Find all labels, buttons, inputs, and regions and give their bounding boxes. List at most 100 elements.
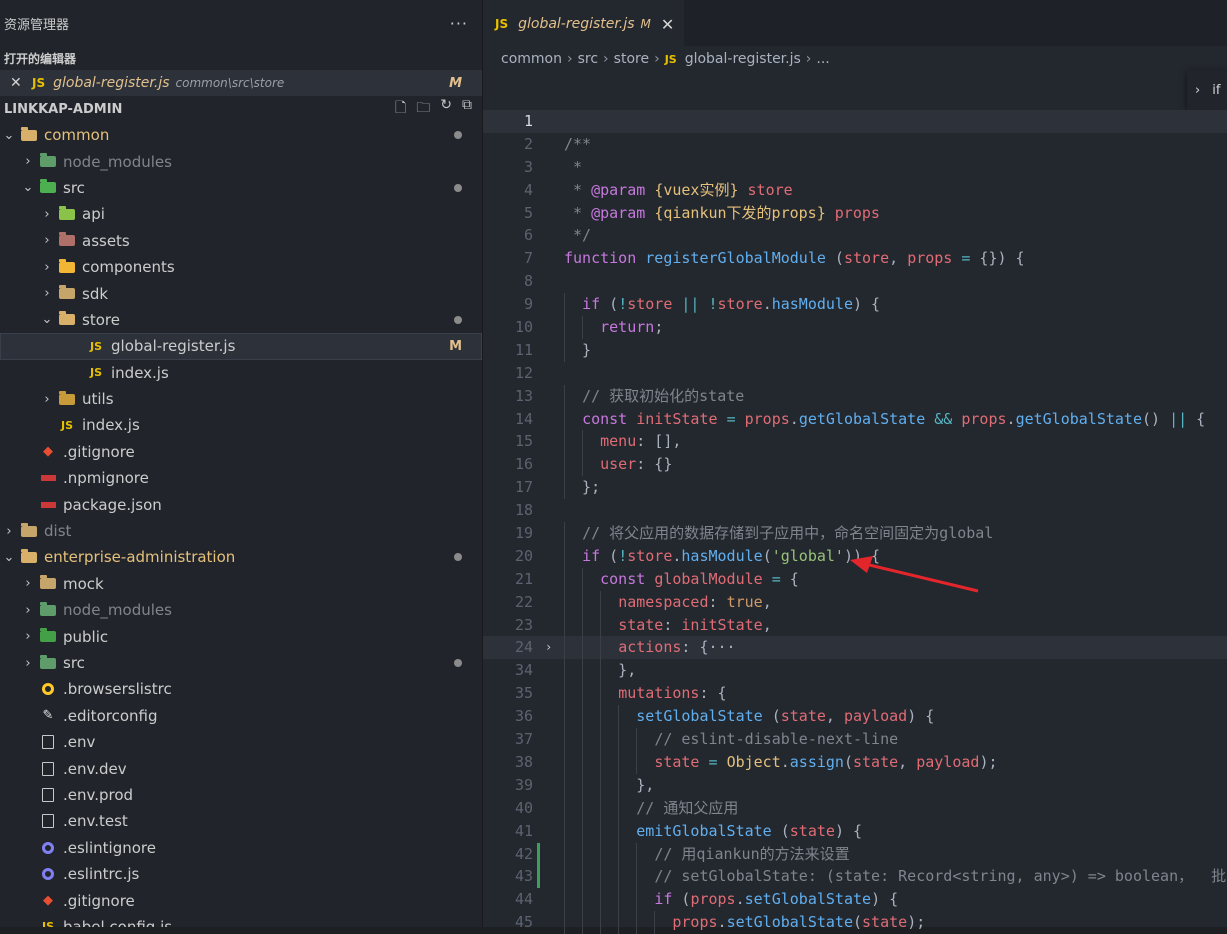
code-line[interactable]: 42 // 用qiankun的方法来设置 xyxy=(483,842,1227,866)
code-line[interactable]: 2 /** xyxy=(483,133,1227,156)
code-line[interactable]: 36 setGlobalState (state, payload) { xyxy=(483,705,1227,729)
tree-item-label: .gitignore xyxy=(63,442,135,461)
tree-item[interactable]: › utils xyxy=(0,386,482,412)
code-editor[interactable]: 1 2/** 3 * 4 * @param {vuex实例} store 5 * @pa… xyxy=(483,110,1227,934)
tree-item[interactable]: ⌄ common xyxy=(0,122,482,148)
code-line[interactable]: 3 * xyxy=(483,156,1227,179)
code-line[interactable]: 44 if (props.setGlobalState) { xyxy=(483,888,1227,912)
code-line[interactable]: 19 // 将父应用的数据存储到子应用中，命名空间固定为global xyxy=(483,522,1227,545)
tree-item[interactable]: .npmignore xyxy=(0,465,482,491)
breadcrumb-src[interactable]: src xyxy=(578,51,598,67)
tree-item-label: .eslintrc.js xyxy=(63,865,140,884)
tree-item[interactable]: › mock xyxy=(0,571,482,597)
refresh-icon[interactable]: ↻ xyxy=(440,97,452,121)
code-line[interactable]: 17 }; xyxy=(483,476,1227,500)
tree-item[interactable]: .env.prod xyxy=(0,782,482,808)
fold-chevron-icon[interactable]: › xyxy=(545,636,552,659)
code-line[interactable]: 24 › actions: {··· xyxy=(483,636,1227,660)
tree-item[interactable]: › components xyxy=(0,254,482,280)
code-line[interactable]: 45 props.setGlobalState(state); xyxy=(483,911,1227,934)
breadcrumb-common[interactable]: common xyxy=(501,51,562,67)
tree-item[interactable]: .env.dev xyxy=(0,755,482,781)
tree-item[interactable]: › sdk xyxy=(0,280,482,306)
close-icon[interactable]: ✕ xyxy=(10,75,28,91)
tree-item[interactable]: › assets xyxy=(0,228,482,254)
tree-item[interactable]: › node_modules xyxy=(0,597,482,623)
code-line[interactable]: 23 state: initState, xyxy=(483,613,1227,637)
code-line[interactable]: 9 if (!store || !store.hasModule) { xyxy=(483,293,1227,317)
code-line[interactable]: 37 // eslint-disable-next-line xyxy=(483,728,1227,751)
code-line[interactable]: 20 if (!store.hasModule('global')) { xyxy=(483,544,1227,568)
breadcrumb-store[interactable]: store xyxy=(614,51,649,67)
tree-item[interactable]: JS babel.config.js xyxy=(0,914,482,927)
line-number: 4 xyxy=(523,180,533,199)
chevron-down-icon: ⌄ xyxy=(22,180,34,196)
code-line[interactable]: 39 }, xyxy=(483,773,1227,797)
code-line[interactable]: 13 // 获取初始化的state xyxy=(483,384,1227,408)
tree-item[interactable]: ⌄ store xyxy=(0,307,482,333)
tree-item-label: utils xyxy=(82,390,114,409)
code-line[interactable]: 10 return; xyxy=(483,316,1227,339)
code-line[interactable]: 16 user: {} xyxy=(483,453,1227,477)
tree-item[interactable]: ⌄ src xyxy=(0,175,482,201)
breadcrumb-symbol[interactable]: ... xyxy=(816,51,829,67)
open-editors-header[interactable]: 打开的编辑器 xyxy=(0,46,482,70)
code-line[interactable]: 15 menu: [], xyxy=(483,430,1227,454)
tree-item[interactable]: JS global-register.js M xyxy=(0,333,482,360)
code-line[interactable]: 8 xyxy=(483,270,1227,293)
close-icon[interactable]: ✕ xyxy=(661,15,674,34)
line-number: 19 xyxy=(514,524,533,543)
code-line[interactable]: 35 mutations: { xyxy=(483,682,1227,706)
tree-item[interactable]: JS index.js xyxy=(0,412,482,438)
browserslist-icon xyxy=(39,682,57,696)
code-line[interactable]: 43 // setGlobalState: (state: Record<str… xyxy=(483,865,1227,889)
code-line[interactable]: 7 function registerGlobalModule (store, p… xyxy=(483,247,1227,270)
code-line[interactable]: 6 */ xyxy=(483,224,1227,247)
tree-item[interactable]: .env xyxy=(0,729,482,755)
code-line[interactable]: 5 * @param {qiankun下发的props} props xyxy=(483,202,1227,225)
code-line[interactable]: 11 } xyxy=(483,338,1227,362)
code-line[interactable]: 18 xyxy=(483,499,1227,522)
code-line[interactable]: 12 xyxy=(483,362,1227,385)
tree-item[interactable]: package.json xyxy=(0,491,482,517)
project-header[interactable]: LINKKAP-ADMIN 🗋 🗀 ↻ ⧉ xyxy=(0,96,482,122)
code-line[interactable]: 21 const globalModule = { xyxy=(483,567,1227,591)
more-actions-icon[interactable]: ··· xyxy=(450,14,468,33)
code-line[interactable]: 34 }, xyxy=(483,659,1227,683)
code-line[interactable]: 41 emitGlobalState (state) { xyxy=(483,819,1227,843)
code-line[interactable]: 14 const initState = props.getGlobalStat… xyxy=(483,407,1227,431)
tree-item[interactable]: › api xyxy=(0,201,482,227)
chevron-right-icon: › xyxy=(25,154,31,170)
collapse-all-icon[interactable]: ⧉ xyxy=(462,97,472,121)
new-file-icon[interactable]: 🗋 xyxy=(395,97,406,121)
tree-item[interactable]: ✎ .editorconfig xyxy=(0,703,482,729)
sticky-scroll-widget[interactable]: › if xyxy=(1187,70,1227,110)
tree-item[interactable]: JS index.js xyxy=(0,360,482,386)
tree-item[interactable]: ◆ .gitignore xyxy=(0,887,482,913)
code-line[interactable]: 38 state = Object.assign(state, payload)… xyxy=(483,750,1227,774)
chevron-right-icon: › xyxy=(44,206,50,222)
tree-item[interactable]: ⌄ enterprise-administration xyxy=(0,544,482,570)
tree-item-label: .editorconfig xyxy=(63,706,158,725)
tree-item[interactable]: .eslintignore xyxy=(0,835,482,861)
tree-item[interactable]: .browserslistrc xyxy=(0,676,482,702)
new-folder-icon[interactable]: 🗀 xyxy=(416,97,430,121)
code-line[interactable]: 4 * @param {vuex实例} store xyxy=(483,179,1227,202)
tree-item[interactable]: › node_modules xyxy=(0,148,482,174)
tree-item[interactable]: ◆ .gitignore xyxy=(0,439,482,465)
tree-item[interactable]: .env.test xyxy=(0,808,482,834)
tab-global-register[interactable]: JS global-register.js M ✕ xyxy=(483,0,685,47)
code-line[interactable]: 22 namespaced: true, xyxy=(483,590,1227,614)
tree-item[interactable]: › dist xyxy=(0,518,482,544)
tree-item[interactable]: › src xyxy=(0,650,482,676)
open-editor-item[interactable]: ✕ JS global-register.js common\src\store… xyxy=(0,70,482,96)
code-line[interactable]: 1 xyxy=(483,110,1227,133)
tree-item[interactable]: › public xyxy=(0,623,482,649)
tree-item[interactable]: .eslintrc.js xyxy=(0,861,482,887)
folder-icon xyxy=(20,522,38,538)
code-line[interactable]: 40 // 通知父应用 xyxy=(483,796,1227,820)
code-text: * @param {vuex实例} store xyxy=(564,180,793,199)
chevron-right-icon: › xyxy=(44,259,50,275)
code-text: state = Object.assign(state, payload); xyxy=(654,752,998,771)
breadcrumb-file[interactable]: global-register.js xyxy=(685,51,801,67)
